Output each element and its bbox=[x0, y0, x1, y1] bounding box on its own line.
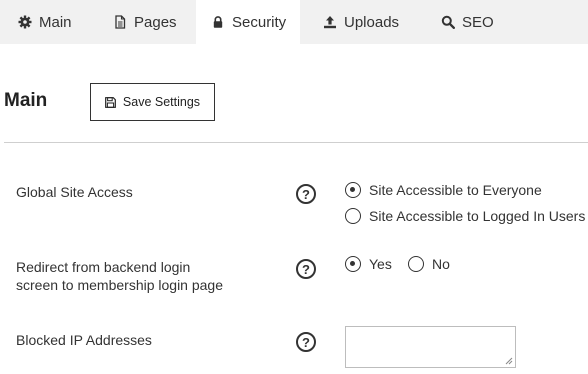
redirect-label: Redirect from backend login screen to me… bbox=[16, 258, 223, 294]
tab-uploads[interactable]: Uploads bbox=[323, 0, 399, 44]
document-icon bbox=[113, 15, 127, 29]
radio-site-everyone[interactable]: Site Accessible to Everyone bbox=[345, 182, 542, 198]
lock-icon bbox=[211, 15, 225, 29]
tab-security[interactable]: Security bbox=[196, 0, 300, 44]
tab-main[interactable]: Main bbox=[18, 0, 72, 44]
tab-uploads-label: Uploads bbox=[344, 13, 400, 31]
upload-icon bbox=[323, 15, 337, 29]
help-icon-glyph: ? bbox=[302, 334, 310, 350]
tab-pages-label: Pages bbox=[134, 13, 177, 31]
gear-icon bbox=[18, 15, 32, 29]
radio-button-checked[interactable] bbox=[345, 182, 361, 198]
radio-label: Site Accessible to Everyone bbox=[369, 182, 542, 198]
tab-security-label: Security bbox=[232, 13, 287, 31]
save-settings-button[interactable]: Save Settings bbox=[90, 83, 215, 121]
radio-label: No bbox=[432, 256, 450, 272]
radio-site-logged-in[interactable]: Site Accessible to Logged In Users bbox=[345, 208, 585, 224]
blocked-ip-textarea[interactable] bbox=[345, 326, 516, 368]
tab-seo-label: SEO bbox=[462, 13, 494, 31]
section-title: Main bbox=[4, 90, 48, 111]
tab-bar: Main Pages Security Uploads SEO bbox=[0, 0, 588, 44]
help-icon-glyph: ? bbox=[302, 261, 310, 277]
help-icon-glyph: ? bbox=[302, 186, 310, 202]
redirect-label-line2: screen to membership login page bbox=[16, 277, 224, 293]
radio-redirect-yes[interactable]: Yes bbox=[345, 256, 392, 272]
blocked-ip-label: Blocked IP Addresses bbox=[16, 332, 152, 348]
resize-grip-icon[interactable] bbox=[505, 357, 513, 365]
help-icon[interactable]: ? bbox=[296, 184, 316, 204]
save-settings-label: Save Settings bbox=[122, 95, 201, 109]
radio-redirect-no[interactable]: No bbox=[408, 256, 450, 272]
global-site-access-label: Global Site Access bbox=[16, 184, 133, 200]
radio-button-checked[interactable] bbox=[345, 256, 361, 272]
tab-seo[interactable]: SEO bbox=[441, 0, 494, 44]
search-icon bbox=[441, 15, 455, 29]
radio-label: Site Accessible to Logged In Users bbox=[369, 208, 586, 224]
redirect-label-line1: Redirect from backend login bbox=[16, 259, 191, 275]
radio-button[interactable] bbox=[408, 256, 424, 272]
tab-main-label: Main bbox=[39, 13, 72, 31]
radio-label: Yes bbox=[369, 256, 392, 272]
tab-pages[interactable]: Pages bbox=[113, 0, 177, 44]
section-divider bbox=[4, 142, 588, 143]
floppy-disk-icon bbox=[105, 96, 116, 108]
radio-button[interactable] bbox=[345, 208, 361, 224]
help-icon[interactable]: ? bbox=[296, 259, 316, 279]
help-icon[interactable]: ? bbox=[296, 332, 316, 352]
